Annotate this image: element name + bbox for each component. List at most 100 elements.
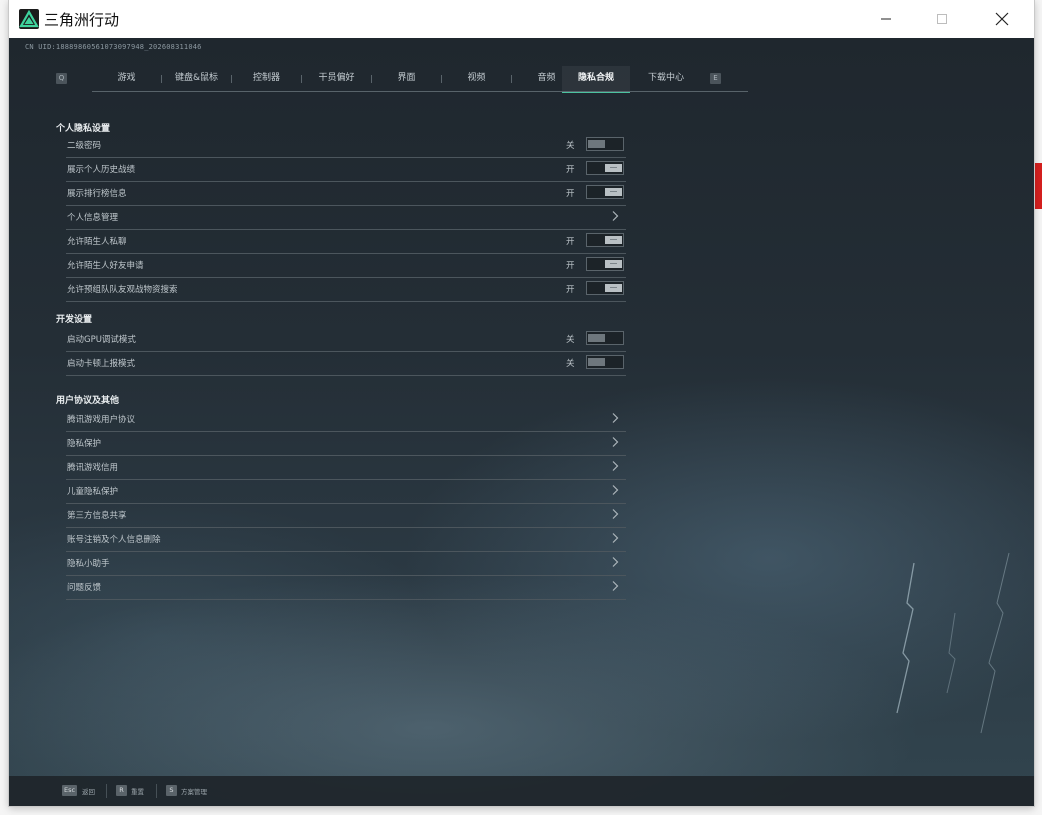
toggle-switch[interactable]	[586, 331, 624, 345]
back-hint: 返回	[82, 788, 95, 796]
tab-keyboard-mouse[interactable]: 键盘&鼠标	[162, 66, 231, 91]
setting-row-link[interactable]: 隐私小助手	[66, 552, 626, 576]
setting-label: 启动GPU调试模式	[67, 335, 136, 345]
toggle-knob	[588, 358, 605, 366]
close-icon	[995, 12, 1009, 26]
toggle-switch[interactable]	[586, 355, 624, 369]
setting-row-toggle[interactable]: 展示排行榜信息 开	[66, 182, 626, 206]
setting-label: 允许陌生人私聊	[67, 237, 127, 247]
setting-label: 隐私保护	[67, 439, 102, 449]
app-logo-icon	[19, 9, 39, 29]
setting-row-toggle[interactable]: 启动卡顿上报模式 关	[66, 352, 626, 376]
toggle-switch[interactable]	[586, 185, 624, 199]
setting-label: 腾讯游戏用户协议	[67, 415, 136, 425]
uid-label: CN UID:18889860561073097948_202608311046	[25, 43, 202, 51]
toggle-knob	[605, 284, 622, 292]
toggle-knob	[605, 188, 622, 196]
maximize-button[interactable]	[914, 0, 970, 38]
setting-row-toggle[interactable]: 展示个人历史战绩 开	[66, 158, 626, 182]
tab-prev-key[interactable]: Q	[56, 73, 67, 84]
game-window: 三角洲行动 CN UID:18889860561073097948_202608…	[9, 0, 1034, 806]
tab-privacy[interactable]: 隐私合规	[562, 66, 630, 93]
setting-row-link[interactable]: 腾讯游戏用户协议	[66, 408, 626, 432]
scheme-key[interactable]: S	[166, 785, 177, 796]
toggle-state-label: 开	[566, 237, 575, 247]
setting-row-toggle[interactable]: 启动GPU调试模式 关	[66, 328, 626, 352]
chevron-right-icon	[612, 485, 619, 495]
setting-label: 第三方信息共享	[67, 511, 127, 521]
setting-label: 账号注销及个人信息删除	[67, 535, 161, 545]
minimize-button[interactable]	[858, 0, 914, 38]
tabs-underline	[92, 91, 748, 92]
tab-controller[interactable]: 控制器	[232, 66, 301, 91]
scheme-hint: 方案管理	[181, 788, 207, 796]
toggle-state-label: 开	[566, 189, 575, 199]
setting-label: 展示排行榜信息	[67, 189, 127, 199]
minimize-icon	[881, 18, 891, 20]
setting-row-link[interactable]: 账号注销及个人信息删除	[66, 528, 626, 552]
window-title: 三角洲行动	[44, 11, 120, 29]
setting-label: 腾讯游戏信用	[67, 463, 119, 473]
toggle-knob	[605, 236, 622, 244]
chevron-right-icon	[612, 533, 619, 543]
reset-key[interactable]: R	[116, 785, 127, 796]
setting-label: 隐私小助手	[67, 559, 110, 569]
toggle-switch[interactable]	[586, 233, 624, 247]
section-title: 开发设置	[56, 315, 93, 325]
toggle-switch[interactable]	[586, 137, 624, 151]
setting-label: 个人信息管理	[67, 213, 119, 223]
tab-download-center[interactable]: 下载中心	[631, 66, 701, 91]
chevron-right-icon	[612, 509, 619, 519]
setting-label: 儿童隐私保护	[67, 487, 119, 497]
setting-row-link[interactable]: 个人信息管理	[66, 206, 626, 230]
setting-row-toggle[interactable]: 二级密码 关	[66, 134, 626, 158]
esc-key[interactable]: Esc	[62, 785, 78, 796]
toggle-switch[interactable]	[586, 161, 624, 175]
setting-label: 问题反馈	[67, 583, 102, 593]
toggle-state-label: 关	[566, 335, 575, 345]
lightning-decoration	[896, 552, 1010, 734]
toggle-knob	[605, 164, 622, 172]
bottom-hint-bar: Esc 返回 R 重置 S 方案管理	[9, 776, 1034, 806]
toggle-knob	[588, 334, 605, 342]
toggle-switch[interactable]	[586, 257, 624, 271]
settings-tabs: Q 游戏 键盘&鼠标 控制器 干员偏好 界面 视频 音频 隐私合规 下载中心 E	[56, 66, 748, 93]
setting-row-link[interactable]: 儿童隐私保护	[66, 480, 626, 504]
chevron-right-icon	[612, 461, 619, 471]
toggle-knob	[605, 260, 622, 268]
maximize-icon	[937, 14, 947, 24]
title-bar[interactable]: 三角洲行动	[9, 0, 1034, 38]
hint-separator	[156, 784, 157, 798]
chevron-right-icon	[612, 437, 619, 447]
settings-panel: CN UID:18889860561073097948_202608311046…	[9, 38, 1034, 806]
tab-game[interactable]: 游戏	[92, 66, 161, 91]
chevron-right-icon	[612, 211, 619, 221]
chevron-right-icon	[612, 413, 619, 423]
toggle-state-label: 关	[566, 141, 575, 151]
reset-hint: 重置	[131, 788, 144, 796]
setting-label: 启动卡顿上报模式	[67, 359, 136, 369]
setting-row-link[interactable]: 问题反馈	[66, 576, 626, 600]
toggle-switch[interactable]	[586, 281, 624, 295]
section-title: 用户协议及其他	[56, 396, 120, 406]
toggle-state-label: 开	[566, 261, 575, 271]
setting-label: 二级密码	[67, 141, 102, 151]
setting-row-link[interactable]: 隐私保护	[66, 432, 626, 456]
setting-label: 允许预组队队友观战物资搜索	[67, 285, 178, 295]
setting-label: 允许陌生人好友申请	[67, 261, 144, 271]
setting-row-toggle[interactable]: 允许陌生人私聊 开	[66, 230, 626, 254]
section-title: 个人隐私设置	[56, 124, 111, 134]
setting-row-link[interactable]: 第三方信息共享	[66, 504, 626, 528]
toggle-state-label: 开	[566, 165, 575, 175]
tab-interface[interactable]: 界面	[372, 66, 441, 91]
toggle-state-label: 开	[566, 285, 575, 295]
setting-row-toggle[interactable]: 允许预组队队友观战物资搜索 开	[66, 278, 626, 302]
tab-video[interactable]: 视频	[442, 66, 511, 91]
toggle-knob	[588, 140, 605, 148]
setting-row-toggle[interactable]: 允许陌生人好友申请 开	[66, 254, 626, 278]
setting-row-link[interactable]: 腾讯游戏信用	[66, 456, 626, 480]
chevron-right-icon	[612, 581, 619, 591]
tab-next-key[interactable]: E	[710, 73, 721, 84]
close-button[interactable]	[974, 0, 1030, 38]
tab-operator-preference[interactable]: 干员偏好	[302, 66, 371, 91]
